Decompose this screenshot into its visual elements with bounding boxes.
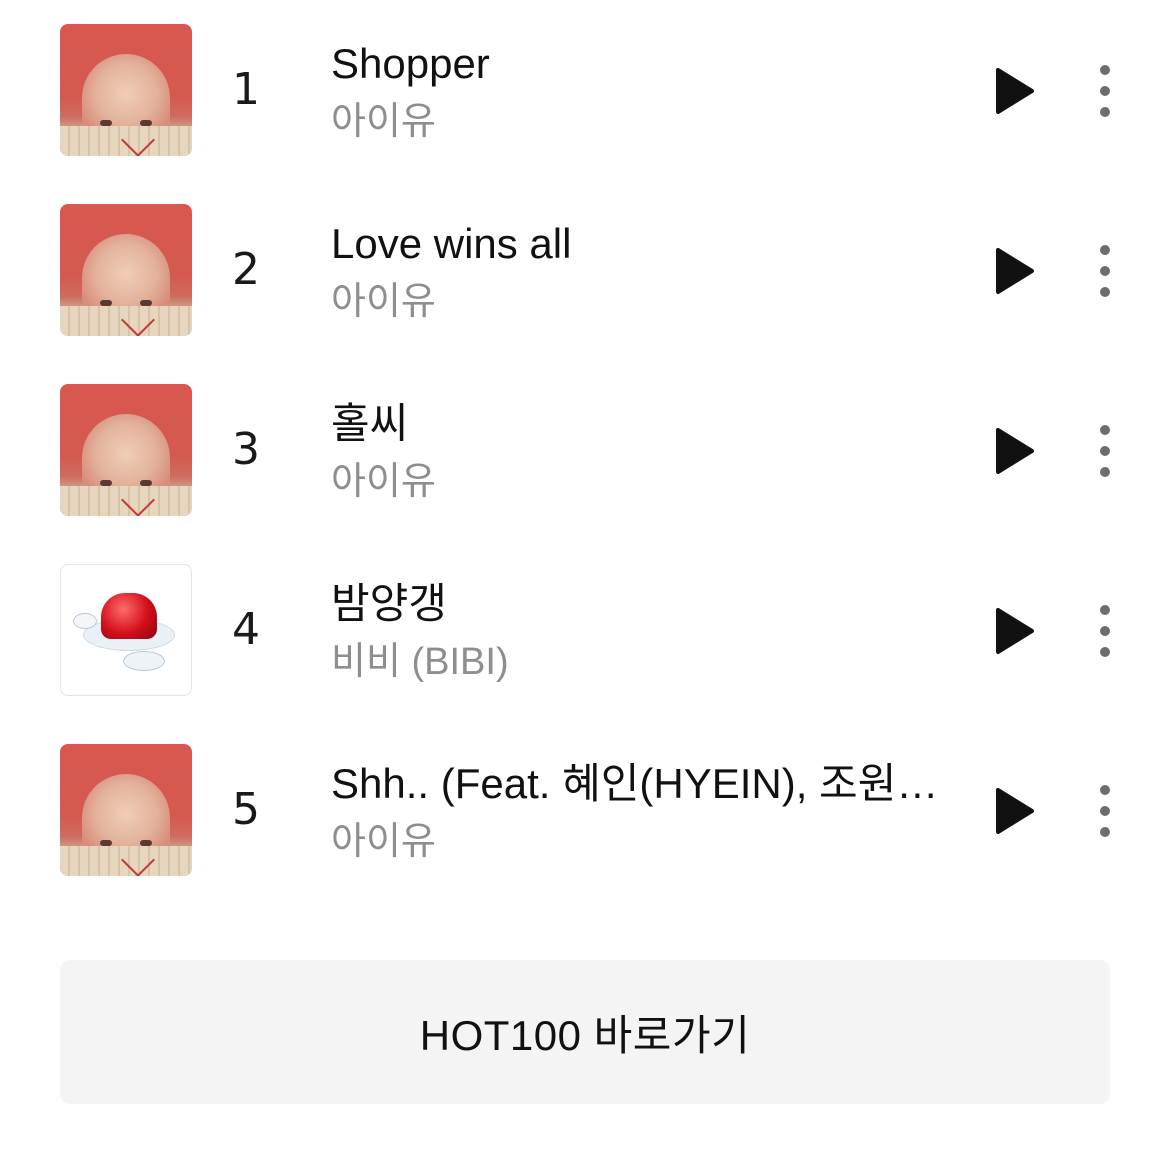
play-icon[interactable] bbox=[988, 424, 1042, 478]
track-title[interactable]: Shopper bbox=[331, 38, 961, 90]
track-title[interactable]: 홀씨 bbox=[331, 398, 961, 450]
track-artist[interactable]: 아이유 bbox=[331, 818, 931, 866]
more-vertical-icon[interactable] bbox=[1084, 244, 1126, 298]
track-title[interactable]: 밤양갱 bbox=[331, 578, 961, 630]
track-artist[interactable]: 아이유 bbox=[331, 278, 931, 326]
album-cover[interactable] bbox=[60, 24, 192, 156]
track-rank: 2 bbox=[232, 244, 260, 295]
track-rank: 5 bbox=[232, 784, 260, 835]
more-vertical-icon[interactable] bbox=[1084, 424, 1126, 478]
play-icon[interactable] bbox=[988, 64, 1042, 118]
hot100-button[interactable]: HOT100 바로가기 bbox=[60, 960, 1110, 1104]
track-row[interactable]: 4 밤양갱 비비 (BIBI) bbox=[0, 564, 1170, 696]
more-vertical-icon[interactable] bbox=[1084, 604, 1126, 658]
track-row[interactable]: 2 Love wins all 아이유 bbox=[0, 204, 1170, 336]
album-cover[interactable] bbox=[60, 384, 192, 516]
track-title[interactable]: Shh.. (Feat. 혜인(HYEIN), 조원… bbox=[331, 758, 961, 810]
cover-art-rabbit bbox=[73, 613, 97, 629]
track-artist[interactable]: 아이유 bbox=[331, 98, 931, 146]
track-artist[interactable]: 비비 (BIBI) bbox=[331, 638, 931, 686]
track-row[interactable]: 1 Shopper 아이유 bbox=[0, 24, 1170, 156]
more-vertical-icon[interactable] bbox=[1084, 64, 1126, 118]
album-cover[interactable] bbox=[60, 204, 192, 336]
track-row[interactable]: 5 Shh.. (Feat. 혜인(HYEIN), 조원… 아이유 bbox=[0, 744, 1170, 876]
cover-art-jelly bbox=[101, 593, 157, 639]
more-vertical-icon[interactable] bbox=[1084, 784, 1126, 838]
album-cover[interactable] bbox=[60, 744, 192, 876]
play-icon[interactable] bbox=[988, 604, 1042, 658]
album-cover[interactable] bbox=[60, 564, 192, 696]
play-icon[interactable] bbox=[988, 784, 1042, 838]
cover-art-rabbit bbox=[123, 651, 165, 671]
track-artist[interactable]: 아이유 bbox=[331, 458, 931, 506]
track-rank: 4 bbox=[232, 604, 260, 655]
track-rank: 3 bbox=[232, 424, 260, 475]
hot100-button-label: HOT100 바로가기 bbox=[419, 1011, 751, 1059]
track-row[interactable]: 3 홀씨 아이유 bbox=[0, 384, 1170, 516]
track-rank: 1 bbox=[232, 64, 260, 115]
play-icon[interactable] bbox=[988, 244, 1042, 298]
track-title[interactable]: Love wins all bbox=[331, 218, 961, 270]
